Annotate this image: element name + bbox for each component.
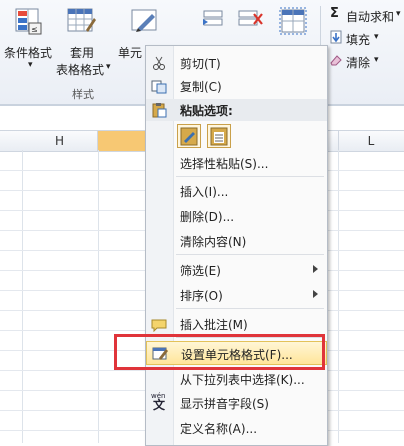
menu-item-clear-contents[interactable]: 清除内容(N) xyxy=(146,230,327,252)
clear-label[interactable]: 清除 xyxy=(346,54,370,71)
format-icon[interactable] xyxy=(278,6,308,36)
menu-label: 显示拼音字段(S) xyxy=(180,397,269,411)
menu-item-filter[interactable]: 筛选(E) xyxy=(146,259,327,281)
menu-item-copy[interactable]: 复制(C) xyxy=(146,75,327,97)
menu-label: 粘贴选项: xyxy=(180,104,233,118)
phonetic-icon: wén 文 xyxy=(151,393,169,412)
column-header-selected[interactable] xyxy=(98,131,146,151)
menu-label: 剪切(T) xyxy=(180,57,221,71)
paste-icon xyxy=(151,102,167,121)
format-as-table-icon[interactable] xyxy=(66,6,96,36)
copy-icon xyxy=(151,78,167,94)
menu-item-sort[interactable]: 排序(O) xyxy=(146,284,327,306)
insert-cells-icon[interactable] xyxy=(196,8,226,34)
menu-label: 定义名称(A)... xyxy=(180,422,258,436)
menu-item-phonetic[interactable]: wén 文 显示拼音字段(S) xyxy=(146,392,327,414)
autosum-label[interactable]: 自动求和 xyxy=(346,8,394,25)
cell-styles-label[interactable]: 单元 xyxy=(118,44,142,61)
format-as-table-label-2[interactable]: 表格格式 xyxy=(56,61,104,78)
menu-label: 筛选(E) xyxy=(180,264,221,278)
paste-options-header: 粘贴选项: xyxy=(146,99,327,121)
comment-icon xyxy=(151,316,167,333)
conditional-format-label[interactable]: 条件格式 xyxy=(4,44,52,61)
delete-cells-icon[interactable] xyxy=(236,8,266,34)
menu-separator xyxy=(176,176,324,177)
submenu-arrow-icon xyxy=(313,265,318,273)
grid-line xyxy=(338,150,339,443)
menu-item-insert-comment[interactable]: 插入批注(M) xyxy=(146,313,327,335)
submenu-arrow-icon xyxy=(313,290,318,298)
phonetic-character: 文 xyxy=(153,398,166,412)
menu-item-delete[interactable]: 删除(D)... xyxy=(146,205,327,227)
menu-item-paste-special[interactable]: 选择性粘贴(S)... xyxy=(146,152,327,174)
context-menu: 剪切(T) 复制(C) 粘贴选项: 选择性粘贴(S)... 插入(I)... 删… xyxy=(145,45,328,446)
menu-separator xyxy=(176,254,324,255)
styles-group-label: 样式 xyxy=(72,88,94,101)
annotation-highlight-box xyxy=(114,334,325,370)
menu-label: 选择性粘贴(S)... xyxy=(180,157,269,171)
cell-styles-icon[interactable] xyxy=(130,6,160,36)
worksheet[interactable]: H L 剪切(T) 复制(C) 粘贴选项: 选择性粘贴(S)... 插入(I).… xyxy=(0,45,404,446)
clear-icon[interactable] xyxy=(329,53,343,67)
menu-label: 排序(O) xyxy=(180,289,223,303)
column-header-blank[interactable] xyxy=(327,131,339,151)
svg-text:≤: ≤ xyxy=(31,25,38,34)
menu-item-insert[interactable]: 插入(I)... xyxy=(146,180,327,202)
menu-label: 清除内容(N) xyxy=(180,235,247,249)
menu-item-cut[interactable]: 剪切(T) xyxy=(146,52,327,74)
menu-separator xyxy=(176,308,324,309)
clear-caret[interactable]: ▾ xyxy=(374,55,379,65)
scissors-icon xyxy=(151,55,167,71)
menu-item-pick-from-list[interactable]: 从下拉列表中选择(K)... xyxy=(146,368,327,390)
menu-item-define-name[interactable]: 定义名称(A)... xyxy=(146,417,327,439)
menu-label: 复制(C) xyxy=(180,80,222,94)
column-header-h[interactable]: H xyxy=(22,131,98,151)
conditional-format-caret[interactable]: ▾ xyxy=(28,60,33,70)
paste-button-formatting-icon[interactable] xyxy=(177,124,201,148)
menu-label: 删除(D)... xyxy=(180,210,235,224)
grid-line xyxy=(22,150,23,443)
autosum-icon[interactable]: Σ xyxy=(330,6,339,21)
paste-button-values-icon[interactable] xyxy=(207,124,231,148)
fill-label[interactable]: 填充 xyxy=(346,31,370,48)
conditional-format-icon[interactable]: ≤ xyxy=(14,6,44,36)
format-as-table-label-1[interactable]: 套用 xyxy=(70,44,94,61)
grid-line xyxy=(98,150,99,443)
autosum-caret[interactable]: ▾ xyxy=(396,9,401,19)
menu-label: 插入批注(M) xyxy=(180,318,248,332)
menu-label: 从下拉列表中选择(K)... xyxy=(180,373,305,387)
column-header-l[interactable]: L xyxy=(338,131,404,151)
format-as-table-caret[interactable]: ▾ xyxy=(106,62,111,72)
fill-caret[interactable]: ▾ xyxy=(374,32,379,42)
menu-label: 插入(I)... xyxy=(180,185,229,199)
fill-icon[interactable] xyxy=(330,30,342,44)
